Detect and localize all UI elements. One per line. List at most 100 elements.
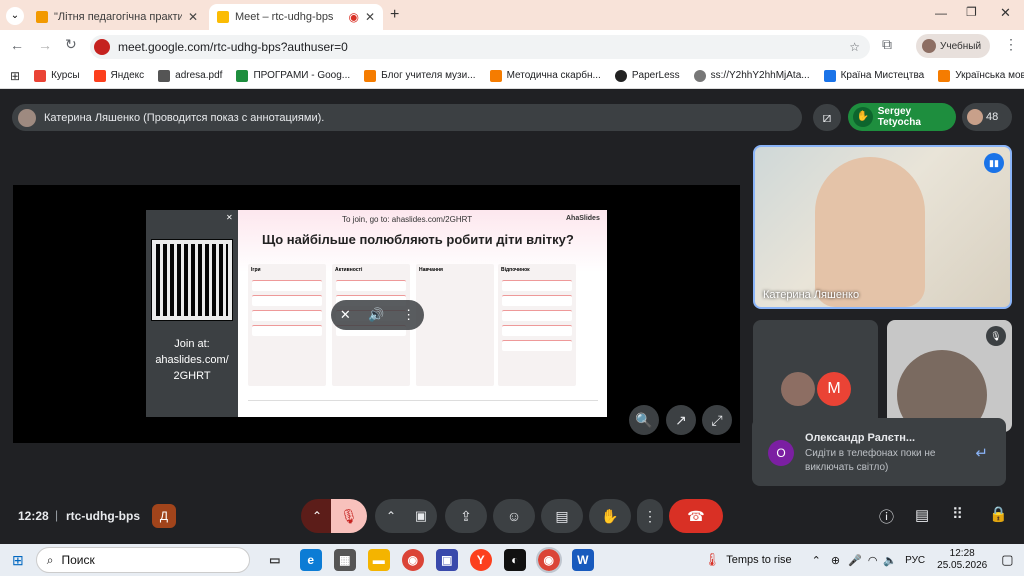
- app-icon[interactable]: ◐: [503, 549, 526, 571]
- volume-tray-icon[interactable]: 🔈: [883, 554, 897, 567]
- participant-tile-avatars[interactable]: M: [753, 320, 878, 432]
- minimize-button[interactable]: —: [935, 6, 947, 20]
- chat-notification[interactable]: О Олександр Ралєтн... Сидіти в телефонах…: [752, 418, 1006, 486]
- profile-chip[interactable]: Учебный: [916, 34, 990, 58]
- host-chip[interactable]: ✋ Sergey Tetyocha: [848, 103, 956, 131]
- profile-name: Учебный: [940, 40, 982, 52]
- pin-off-icon[interactable]: ✕: [340, 307, 351, 323]
- bookmark-item[interactable]: Українська мова та...: [938, 69, 1024, 82]
- raise-hand-button[interactable]: ✋: [589, 499, 631, 533]
- idea-card: [502, 295, 572, 306]
- bookmark-item[interactable]: ss://Y2hhY2hhMjAta...: [693, 69, 810, 82]
- camera-button[interactable]: ▣: [405, 499, 437, 533]
- bookmark-item[interactable]: Методична скарбн...: [489, 69, 601, 82]
- taskbar-search[interactable]: ⌕ Поиск: [35, 547, 250, 573]
- participant-tile-main[interactable]: ▮▮ Катерина Ляшенко: [753, 145, 1012, 309]
- save-icon[interactable]: ▣: [435, 549, 458, 571]
- extensions-icon[interactable]: ⧉: [882, 36, 892, 53]
- search-placeholder: Поиск: [61, 553, 95, 567]
- tab-practice[interactable]: "Літня педагогічна практика 2 ✕: [28, 4, 206, 30]
- wifi-icon[interactable]: ◠: [868, 554, 878, 567]
- explorer-icon[interactable]: ▬: [367, 549, 390, 571]
- notifications-icon[interactable]: ▢: [1001, 552, 1013, 568]
- meet-favicon-icon: [217, 11, 229, 23]
- address-bar[interactable]: meet.google.com/rtc-udhg-bps?authuser=0 …: [90, 35, 870, 59]
- idea-card: [502, 325, 572, 336]
- yandex-browser-icon[interactable]: Y: [469, 549, 492, 571]
- url-text: meet.google.com/rtc-udhg-bps?authuser=0: [118, 40, 348, 54]
- chrome-icon[interactable]: ◉: [401, 549, 424, 571]
- participants-chip[interactable]: 48: [962, 103, 1012, 131]
- host-controls-icon[interactable]: 🔒: [989, 505, 1008, 523]
- tab-meet[interactable]: Meet – rtc-udhg-bps ◉ ✕: [209, 4, 383, 30]
- tray-chevron-icon[interactable]: ⌃: [812, 554, 821, 567]
- tab-search-button[interactable]: ⌄: [6, 7, 24, 25]
- fullscreen-button[interactable]: ⤢: [702, 405, 732, 435]
- media-overlay: ✕ 🔊 ⋮: [331, 300, 424, 330]
- info-icon[interactable]: ⓘ: [879, 506, 894, 527]
- bookmarks-bar: ⊞ Курсы Яндекс adresa.pdf ПРОГРАМИ - Goo…: [0, 63, 1024, 89]
- bookmark-item[interactable]: PaperLess: [614, 69, 680, 82]
- present-button[interactable]: ⇪: [445, 499, 487, 533]
- sender-name: Олександр Ралєтн...: [805, 432, 916, 444]
- language-indicator[interactable]: РУС: [905, 555, 925, 566]
- edge-icon[interactable]: e: [299, 549, 322, 571]
- bookmark-item[interactable]: adresa.pdf: [158, 69, 222, 82]
- participant-video: [815, 157, 925, 307]
- meeting-notes-icon[interactable]: Д: [152, 504, 176, 528]
- more-options-icon[interactable]: ⋮: [402, 307, 415, 323]
- new-tab-button[interactable]: +: [390, 6, 399, 24]
- pop-out-button[interactable]: ↗: [666, 405, 696, 435]
- bookmark-star-icon[interactable]: ☆: [849, 40, 860, 54]
- activities-icon[interactable]: ⠿: [952, 505, 963, 523]
- video-options-button[interactable]: ⌃: [375, 499, 407, 533]
- tab-strip: ⌄ "Літня педагогічна практика 2 ✕ Meet –…: [0, 0, 1024, 30]
- volume-icon[interactable]: 🔊: [368, 307, 384, 323]
- participant-tile-video[interactable]: 🎙: [887, 320, 1012, 432]
- reply-icon[interactable]: ↵: [975, 444, 988, 462]
- reload-icon[interactable]: ↻: [65, 36, 77, 53]
- close-panel-icon[interactable]: ✕: [226, 213, 233, 222]
- thermometer-icon: 🌡: [703, 552, 721, 567]
- weather-text[interactable]: Temps to rise: [726, 554, 791, 566]
- meeting-code: rtc-udhg-bps: [66, 509, 140, 523]
- system-clock[interactable]: 12:28 25.05.2026: [937, 548, 987, 572]
- forward-icon[interactable]: →: [38, 37, 52, 53]
- task-view-icon[interactable]: ▭: [264, 549, 286, 571]
- word-icon[interactable]: W: [571, 549, 594, 571]
- close-tab-icon[interactable]: ✕: [188, 10, 198, 24]
- separator: |: [55, 508, 59, 522]
- apps-icon[interactable]: ⊞: [10, 69, 20, 83]
- leave-call-button[interactable]: ☎: [669, 499, 723, 533]
- reactions-button[interactable]: ☺: [493, 499, 535, 533]
- mic-tray-icon[interactable]: 🎤: [848, 554, 862, 567]
- bookmark-item[interactable]: ПРОГРАМИ - Goog...: [236, 69, 350, 82]
- idea-card: [502, 340, 572, 351]
- zoom-in-button[interactable]: 🔍: [629, 405, 659, 435]
- bookmark-item[interactable]: Курсы: [34, 69, 80, 82]
- audio-options-button[interactable]: ⌃: [301, 499, 333, 533]
- site-info-icon[interactable]: [94, 39, 110, 55]
- network-icon[interactable]: ⊕: [831, 554, 840, 567]
- mic-off-button[interactable]: 🎙: [331, 499, 367, 533]
- hide-tiles-button[interactable]: ⧄: [813, 104, 841, 131]
- bookmark-item[interactable]: Яндекс: [93, 69, 144, 82]
- captions-button[interactable]: ▤: [541, 499, 583, 533]
- taskbar: ⊞ ⌕ Поиск ▭ e ▦ ▬ ◉ ▣ Y ◐ ◉ W 🌡 Temps to…: [0, 544, 1024, 576]
- windows-start-icon[interactable]: ⊞: [12, 552, 24, 569]
- chrome-active-icon[interactable]: ◉: [535, 547, 562, 573]
- more-options-button[interactable]: ⋮: [637, 499, 663, 533]
- restore-button[interactable]: ❐: [966, 5, 977, 19]
- close-tab-icon[interactable]: ✕: [365, 10, 375, 24]
- bookmark-item[interactable]: Блог учителя музи...: [364, 69, 476, 82]
- globe-favicon-icon: [693, 69, 706, 82]
- join-url: ahaslides.com/: [155, 354, 229, 366]
- bookmark-item[interactable]: Країна Мистецтва: [823, 69, 924, 82]
- doc-favicon-icon: [36, 11, 48, 23]
- store-icon[interactable]: ▦: [333, 549, 356, 571]
- menu-icon[interactable]: ⋮: [1004, 36, 1018, 53]
- window-close-button[interactable]: ✕: [1000, 5, 1011, 21]
- idea-card: [336, 280, 406, 291]
- chat-icon[interactable]: ▤: [915, 506, 929, 524]
- back-icon[interactable]: ←: [10, 37, 24, 53]
